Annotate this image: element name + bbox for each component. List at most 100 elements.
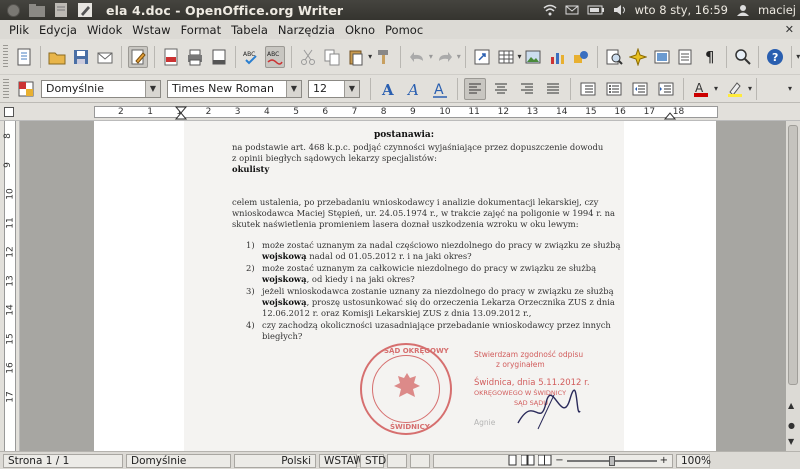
data-sources-button[interactable] <box>676 46 696 68</box>
vertical-ruler[interactable]: 8 9 10 11 12 13 14 15 16 17 <box>0 121 20 451</box>
autospellcheck-button[interactable]: ABC <box>265 45 286 68</box>
document-page[interactable]: postanawia: na podstawie art. 468 k.p.c.… <box>94 121 716 451</box>
numbering-button[interactable] <box>577 78 599 100</box>
edit-mode-button[interactable] <box>127 45 148 68</box>
chart-button[interactable] <box>547 46 567 68</box>
next-page-icon[interactable]: ▼ <box>788 437 794 446</box>
menu-tabela[interactable]: Tabela <box>226 23 273 37</box>
user-icon[interactable] <box>736 4 750 16</box>
paragraph-style-select[interactable]: Domyślnie ▼ <box>41 79 161 98</box>
zoom-button[interactable] <box>733 46 753 68</box>
zoom-slider-thumb[interactable] <box>608 455 615 466</box>
print-button[interactable] <box>185 46 205 68</box>
toolbar-grip[interactable] <box>3 44 9 69</box>
page-style-indicator[interactable]: Domyślnie <box>126 453 231 468</box>
chevron-down-icon[interactable]: ▼ <box>286 80 301 97</box>
tab-type-selector[interactable] <box>4 107 14 117</box>
left-indent-marker[interactable] <box>175 106 187 120</box>
scroll-thumb[interactable] <box>788 125 798 385</box>
paste-button[interactable] <box>346 46 366 68</box>
clone-format-button[interactable] <box>374 46 394 68</box>
selection-mode-indicator[interactable]: STD <box>360 453 386 468</box>
draw-functions-button[interactable] <box>571 46 591 68</box>
toolbar-overflow-arrow[interactable]: ▾ <box>788 84 792 93</box>
justify-button[interactable] <box>542 78 564 100</box>
decrease-indent-button[interactable] <box>629 78 651 100</box>
undo-dropdown-arrow[interactable]: ▾ <box>429 52 433 61</box>
document-area[interactable]: postanawia: na podstawie art. 468 k.p.c.… <box>20 121 786 451</box>
italic-button[interactable]: A <box>403 78 425 100</box>
writer-button[interactable] <box>74 2 96 18</box>
menu-widok[interactable]: Widok <box>82 23 127 37</box>
font-name-select[interactable]: Times New Roman ▼ <box>167 79 302 98</box>
toolbar-grip[interactable] <box>3 78 9 99</box>
open-button[interactable] <box>47 46 67 68</box>
menu-format[interactable]: Format <box>176 23 227 37</box>
prev-page-icon[interactable]: ▲ <box>788 401 794 410</box>
zoom-in-icon[interactable]: + <box>660 455 668 466</box>
font-color-dropdown[interactable]: ▾ <box>714 84 718 93</box>
underline-button[interactable]: A <box>429 78 451 100</box>
export-pdf-button[interactable] <box>161 46 181 68</box>
menu-narzedzia[interactable]: Narzędzia <box>273 23 340 37</box>
wifi-icon[interactable] <box>543 4 557 16</box>
formatting-marks-button[interactable]: ¶ <box>700 46 720 68</box>
menu-pomoc[interactable]: Pomoc <box>380 23 428 37</box>
new-document-button[interactable] <box>14 46 34 68</box>
zoom-slider[interactable] <box>566 455 657 466</box>
table-dropdown-arrow[interactable]: ▾ <box>518 52 522 61</box>
battery-icon[interactable] <box>587 4 605 16</box>
navigator-button[interactable] <box>628 46 648 68</box>
right-indent-marker[interactable] <box>664 106 676 120</box>
redo-dropdown-arrow[interactable]: ▾ <box>457 52 461 61</box>
bullets-button[interactable] <box>603 78 625 100</box>
horizontal-ruler[interactable]: 2 1 1 2 3 4 5 6 7 8 9 10 11 12 13 14 15 16 17 18 <box>0 103 800 121</box>
document-close-icon[interactable]: ✕ <box>785 23 794 36</box>
menu-edycja[interactable]: Edycja <box>34 23 82 37</box>
hyperlink-button[interactable] <box>472 46 492 68</box>
zoom-level[interactable]: 100% <box>676 453 711 468</box>
language-indicator[interactable]: Polski <box>234 453 316 468</box>
undo-button[interactable] <box>407 46 427 68</box>
save-button[interactable] <box>71 46 91 68</box>
toolbar-overflow-arrow[interactable]: ▾ <box>796 52 800 61</box>
two-page-view-icon[interactable] <box>521 455 535 466</box>
highlight-button[interactable] <box>724 78 746 100</box>
page-preview-button[interactable] <box>209 46 229 68</box>
font-color-button[interactable]: A <box>690 78 712 100</box>
cut-button[interactable] <box>298 46 318 68</box>
close-window-button[interactable] <box>2 2 24 18</box>
increase-indent-button[interactable] <box>655 78 677 100</box>
clock[interactable]: wto 8 sty, 16:59 <box>635 3 728 17</box>
paste-dropdown-arrow[interactable]: ▾ <box>368 52 372 61</box>
find-replace-button[interactable] <box>604 46 624 68</box>
email-button[interactable] <box>95 46 115 68</box>
volume-icon[interactable] <box>613 4 627 16</box>
menu-wstaw[interactable]: Wstaw <box>127 23 175 37</box>
menu-plik[interactable]: Plik <box>4 23 34 37</box>
user-name[interactable]: maciej <box>758 3 796 17</box>
table-button[interactable] <box>496 46 516 68</box>
insert-mode-indicator[interactable]: WSTAW <box>319 453 364 468</box>
spellcheck-button[interactable]: ABC <box>241 46 261 68</box>
styles-formatting-button[interactable] <box>15 78 37 100</box>
copy-button[interactable] <box>322 46 342 68</box>
align-left-button[interactable] <box>464 77 486 100</box>
book-view-icon[interactable] <box>538 455 552 466</box>
gallery-button[interactable] <box>652 46 672 68</box>
document-button[interactable] <box>50 2 72 18</box>
chevron-down-icon[interactable]: ▼ <box>344 80 359 97</box>
folder-button[interactable] <box>26 2 48 18</box>
help-button[interactable]: ? <box>765 46 785 68</box>
align-center-button[interactable] <box>490 78 512 100</box>
align-right-button[interactable] <box>516 78 538 100</box>
chevron-down-icon[interactable]: ▼ <box>145 80 160 97</box>
mail-icon[interactable] <box>565 4 579 16</box>
vertical-scrollbar[interactable]: ▲ ● ▼ <box>786 121 800 451</box>
redo-button[interactable] <box>435 46 455 68</box>
bold-button[interactable]: A <box>377 78 399 100</box>
zoom-out-icon[interactable]: − <box>555 455 563 466</box>
image-button[interactable] <box>524 46 544 68</box>
highlight-dropdown[interactable]: ▾ <box>748 84 752 93</box>
single-page-view-icon[interactable] <box>506 455 518 466</box>
